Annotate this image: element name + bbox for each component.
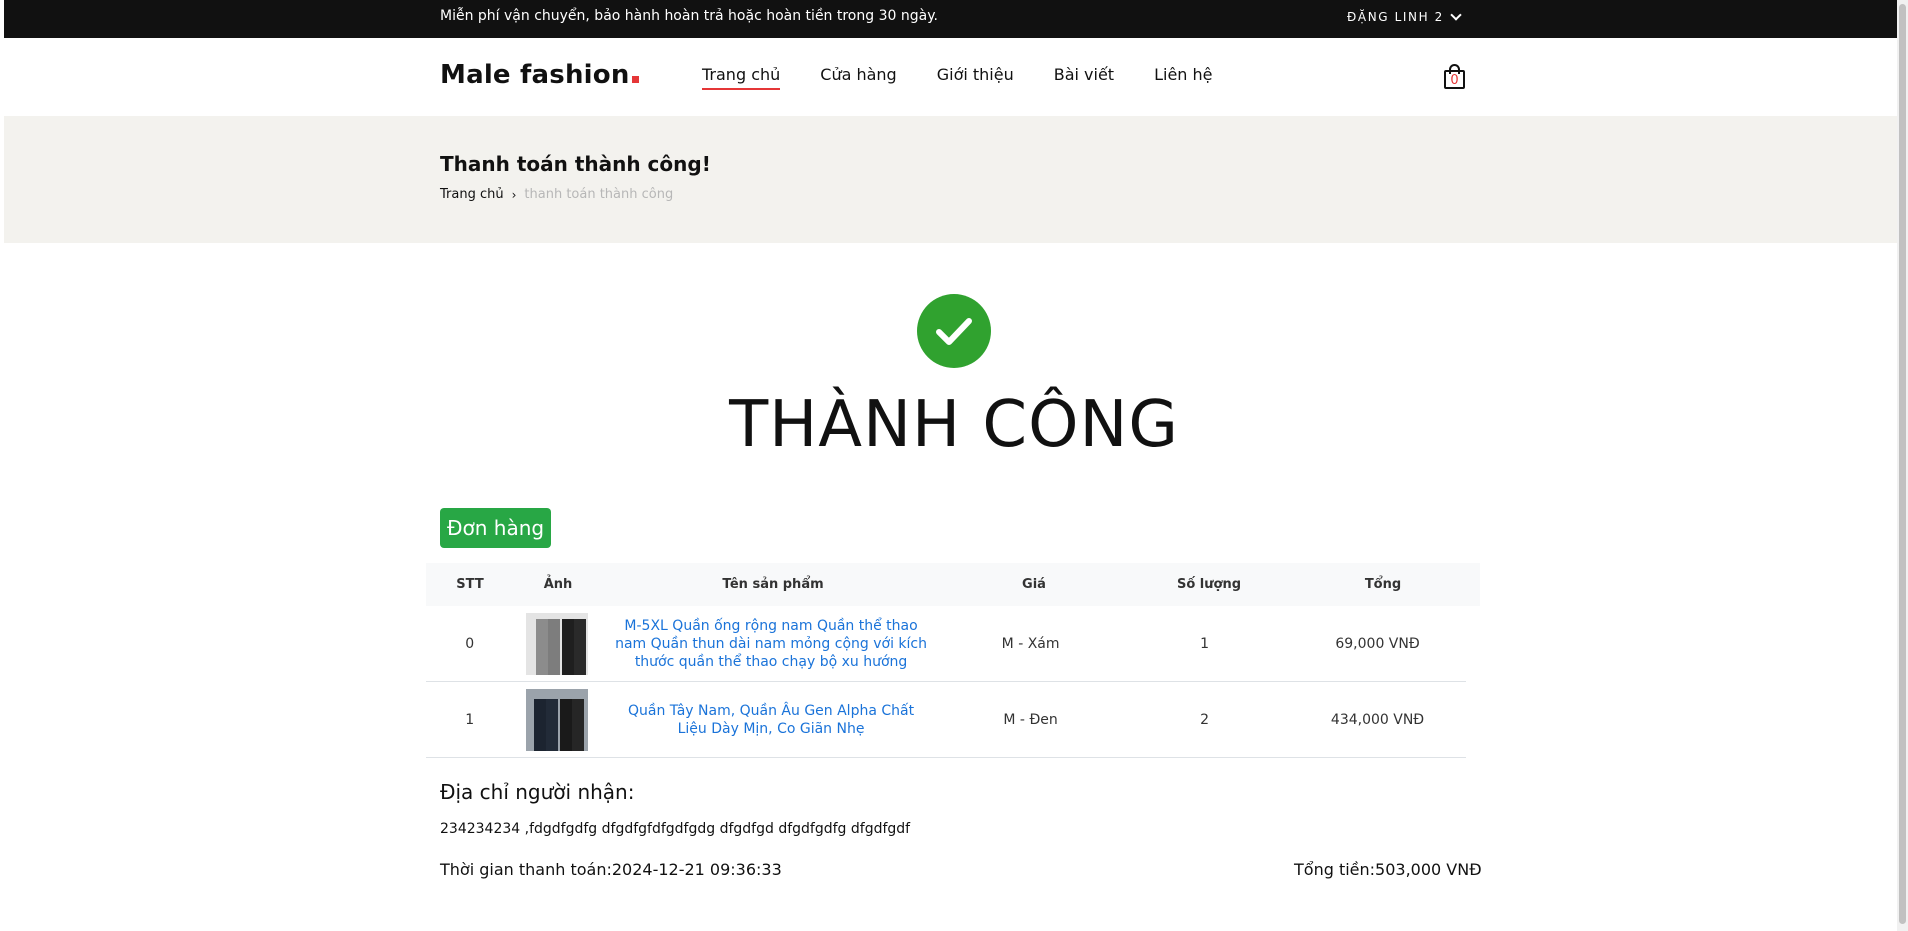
header-stt: STT xyxy=(456,577,484,592)
top-bar: Miễn phí vận chuyển, bảo hành hoàn trả h… xyxy=(4,0,1904,38)
pants-leg xyxy=(534,698,547,751)
order-table: STT Ảnh Tên sản phẩm Giá Số lượng Tổng 0… xyxy=(426,563,1480,758)
chevron-down-icon xyxy=(1450,9,1462,21)
header-quantity: Số lượng xyxy=(1176,577,1242,592)
check-circle-icon xyxy=(917,294,991,368)
header-price: Giá xyxy=(1022,577,1046,592)
scrollbar-thumb[interactable] xyxy=(1899,4,1906,924)
row-total: 69,000 VNĐ xyxy=(1335,635,1420,652)
address-text: 234234234 ,fdgdfgdfg dfgdfgfdfgdfgdg dfg… xyxy=(440,821,911,837)
vertical-scrollbar[interactable] xyxy=(1897,0,1908,931)
product-name-link[interactable]: Quần Tây Nam, Quần Âu Gen Alpha Chất Liệ… xyxy=(601,702,941,738)
cart-button[interactable]: 0 xyxy=(1443,64,1467,90)
product-image[interactable] xyxy=(526,688,589,751)
pants-leg xyxy=(574,618,587,675)
table-row: 1 Quần Tây Nam, Quần Âu Gen Alpha Chất L… xyxy=(426,682,1466,758)
address-title: Địa chỉ người nhận: xyxy=(440,780,635,804)
page: Miễn phí vận chuyển, bảo hành hoàn trả h… xyxy=(4,0,1904,931)
nav-shop[interactable]: Cửa hàng xyxy=(820,65,896,90)
nav-home[interactable]: Trang chủ xyxy=(702,65,781,90)
pants-leg xyxy=(562,618,575,675)
logo[interactable]: Male fashion xyxy=(440,60,639,90)
row-price: M - Xám xyxy=(1001,635,1060,652)
pants-leg xyxy=(572,698,585,751)
header-image: Ảnh xyxy=(543,577,573,592)
account-name: ĐẶNG LINH 2 xyxy=(1347,10,1444,24)
pants-leg xyxy=(546,698,559,751)
breadcrumb-home[interactable]: Trang chủ xyxy=(440,187,504,202)
payment-time: Thời gian thanh toán:2024-12-21 09:36:33 xyxy=(440,860,782,879)
breadcrumb: Trang chủ › thanh toán thành công xyxy=(440,187,673,202)
header-total: Tổng xyxy=(1364,577,1402,592)
pants-leg xyxy=(536,618,549,675)
nav-contact[interactable]: Liên hệ xyxy=(1154,65,1212,90)
row-total: 434,000 VNĐ xyxy=(1330,711,1425,728)
pants-leg xyxy=(548,618,561,675)
main-nav: Trang chủ Cửa hàng Giới thiệu Bài viết L… xyxy=(702,65,1253,90)
pants-leg xyxy=(560,698,573,751)
table-header: STT Ảnh Tên sản phẩm Giá Số lượng Tổng xyxy=(426,563,1480,606)
row-stt: 1 xyxy=(465,711,475,728)
order-total: Tổng tiền:503,000 VNĐ xyxy=(1294,860,1482,879)
row-quantity: 1 xyxy=(1200,635,1210,652)
header: Male fashion Trang chủ Cửa hàng Giới thi… xyxy=(4,38,1904,116)
account-menu[interactable]: ĐẶNG LINH 2 xyxy=(1347,9,1462,24)
breadcrumb-section: Thanh toán thành công! Trang chủ › thanh… xyxy=(4,116,1904,243)
checkmark-icon xyxy=(936,318,972,345)
nav-about[interactable]: Giới thiệu xyxy=(937,65,1014,90)
chevron-right-icon: › xyxy=(511,187,517,202)
row-price: M - Đen xyxy=(1003,711,1058,728)
row-quantity: 2 xyxy=(1200,711,1210,728)
table-row: 0 M-5XL Quần ống rộng nam Quần thể thao … xyxy=(426,606,1466,682)
breadcrumb-current: thanh toán thành công xyxy=(524,187,674,202)
row-image-cell xyxy=(513,612,600,675)
success-title: THÀNH CÔNG xyxy=(729,388,1179,462)
row-stt: 0 xyxy=(465,635,475,652)
row-image-cell xyxy=(513,688,600,751)
orders-button[interactable]: Đơn hàng xyxy=(440,508,552,548)
cart-count: 0 xyxy=(1450,73,1459,88)
page-title: Thanh toán thành công! xyxy=(440,152,711,176)
product-name-link[interactable]: M-5XL Quần ống rộng nam Quần thể thao na… xyxy=(601,617,941,671)
nav-blog[interactable]: Bài viết xyxy=(1054,65,1114,90)
shipping-notice: Miễn phí vận chuyển, bảo hành hoàn trả h… xyxy=(440,8,938,24)
product-image[interactable] xyxy=(526,612,589,675)
logo-text: Male fashion xyxy=(440,60,630,90)
logo-dot xyxy=(631,76,639,83)
header-product-name: Tên sản phẩm xyxy=(722,576,824,592)
